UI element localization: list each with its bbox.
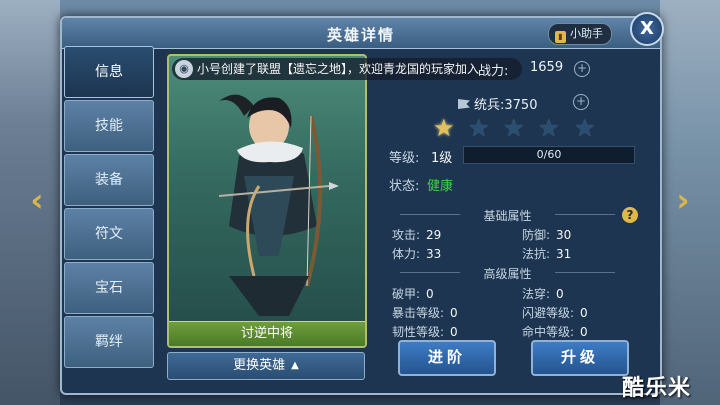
close-button[interactable]: X xyxy=(630,12,664,46)
tab-bonds[interactable]: 羁绊 xyxy=(64,316,154,368)
attr-crit-level: 暴击等级: 0 xyxy=(392,306,458,320)
chevron-right-icon: › xyxy=(676,181,690,219)
attr-tenacity-level: 韧性等级: 0 xyxy=(392,325,458,339)
change-hero-button[interactable]: 更换英雄 ▲ xyxy=(167,352,365,380)
star-icon: ★ xyxy=(574,114,596,142)
command-stat: 统兵:3750 xyxy=(458,94,537,113)
basic-attributes-header: 基础属性 xyxy=(400,207,615,223)
state-value: 健康 xyxy=(427,179,454,194)
chevron-left-icon: ‹ xyxy=(30,181,44,219)
advanced-attributes-header: 高级属性 xyxy=(400,265,615,281)
star-icon: ★ xyxy=(538,114,560,142)
watermark: 酷乐米 xyxy=(622,376,692,401)
advanced-attributes-title: 高级属性 xyxy=(483,267,532,281)
helper-button[interactable]: ▮ 小助手 xyxy=(548,23,612,45)
tab-equipment[interactable]: 装备 xyxy=(64,154,154,206)
attr-armor-break: 破甲: 0 xyxy=(392,287,434,301)
command-label: 统兵: xyxy=(474,98,505,113)
flag-icon xyxy=(458,99,470,109)
helper-label: 小助手 xyxy=(570,27,603,40)
state-label: 状态: xyxy=(389,179,420,194)
next-hero-arrow[interactable]: › xyxy=(668,180,698,220)
hero-portrait-card[interactable]: 讨逆中将 xyxy=(167,54,367,348)
star-icon: ★ xyxy=(503,114,525,142)
attr-attack: 攻击: 29 xyxy=(392,228,442,242)
exp-text: 0/60 xyxy=(536,148,562,161)
attr-dodge-level: 闪避等级: 0 xyxy=(522,306,588,320)
hero-title-bar: 讨逆中将 xyxy=(169,321,365,346)
command-plus-icon[interactable]: + xyxy=(573,94,589,110)
power-value: 1659 xyxy=(530,60,564,75)
star-icon: ★ xyxy=(468,114,490,142)
tab-info[interactable]: 信息 xyxy=(64,46,154,98)
power-label: 战力: xyxy=(478,64,509,79)
exp-bar: 0/60 xyxy=(463,146,635,164)
attr-defense: 防御: 30 xyxy=(522,228,572,242)
broadcast-icon: ◉ xyxy=(175,60,193,78)
title-bar: 英雄详情 ▮ 小助手 xyxy=(62,18,660,49)
tab-list: 信息 技能 装备 符文 宝石 羁绊 xyxy=(64,46,154,368)
tab-runes[interactable]: 符文 xyxy=(64,208,154,260)
prev-hero-arrow[interactable]: ‹ xyxy=(22,180,52,220)
command-value: 3750 xyxy=(504,98,538,113)
close-icon: X xyxy=(640,18,654,39)
tab-gems[interactable]: 宝石 xyxy=(64,262,154,314)
attr-magic-penetration: 法穿: 0 xyxy=(522,287,564,301)
power-plus-icon[interactable]: + xyxy=(574,61,590,77)
advance-button[interactable]: 进阶 xyxy=(398,340,496,376)
change-hero-label: 更换英雄 xyxy=(233,358,286,373)
level-label: 等级: xyxy=(389,151,420,166)
broadcast-text: 小号创建了联盟【遗忘之地】，欢迎青龙国的玩家加入 xyxy=(197,62,480,76)
hero-portrait-illustration xyxy=(218,94,339,316)
attr-hit-level: 命中等级: 0 xyxy=(522,325,588,339)
triangle-up-icon: ▲ xyxy=(291,360,299,371)
book-icon: ▮ xyxy=(555,31,566,43)
tab-skills[interactable]: 技能 xyxy=(64,100,154,152)
star-icon: ★ xyxy=(433,114,455,142)
attr-magic-resist: 法抗: 31 xyxy=(522,247,572,261)
broadcast-notice: ◉ 小号创建了联盟【遗忘之地】，欢迎青龙国的玩家加入 xyxy=(172,58,522,80)
upgrade-button[interactable]: 升级 xyxy=(531,340,629,376)
basic-attributes-title: 基础属性 xyxy=(483,209,532,223)
help-icon[interactable]: ? xyxy=(622,207,638,223)
attr-stamina: 体力: 33 xyxy=(392,247,442,261)
level-value: 1级 xyxy=(431,151,453,166)
